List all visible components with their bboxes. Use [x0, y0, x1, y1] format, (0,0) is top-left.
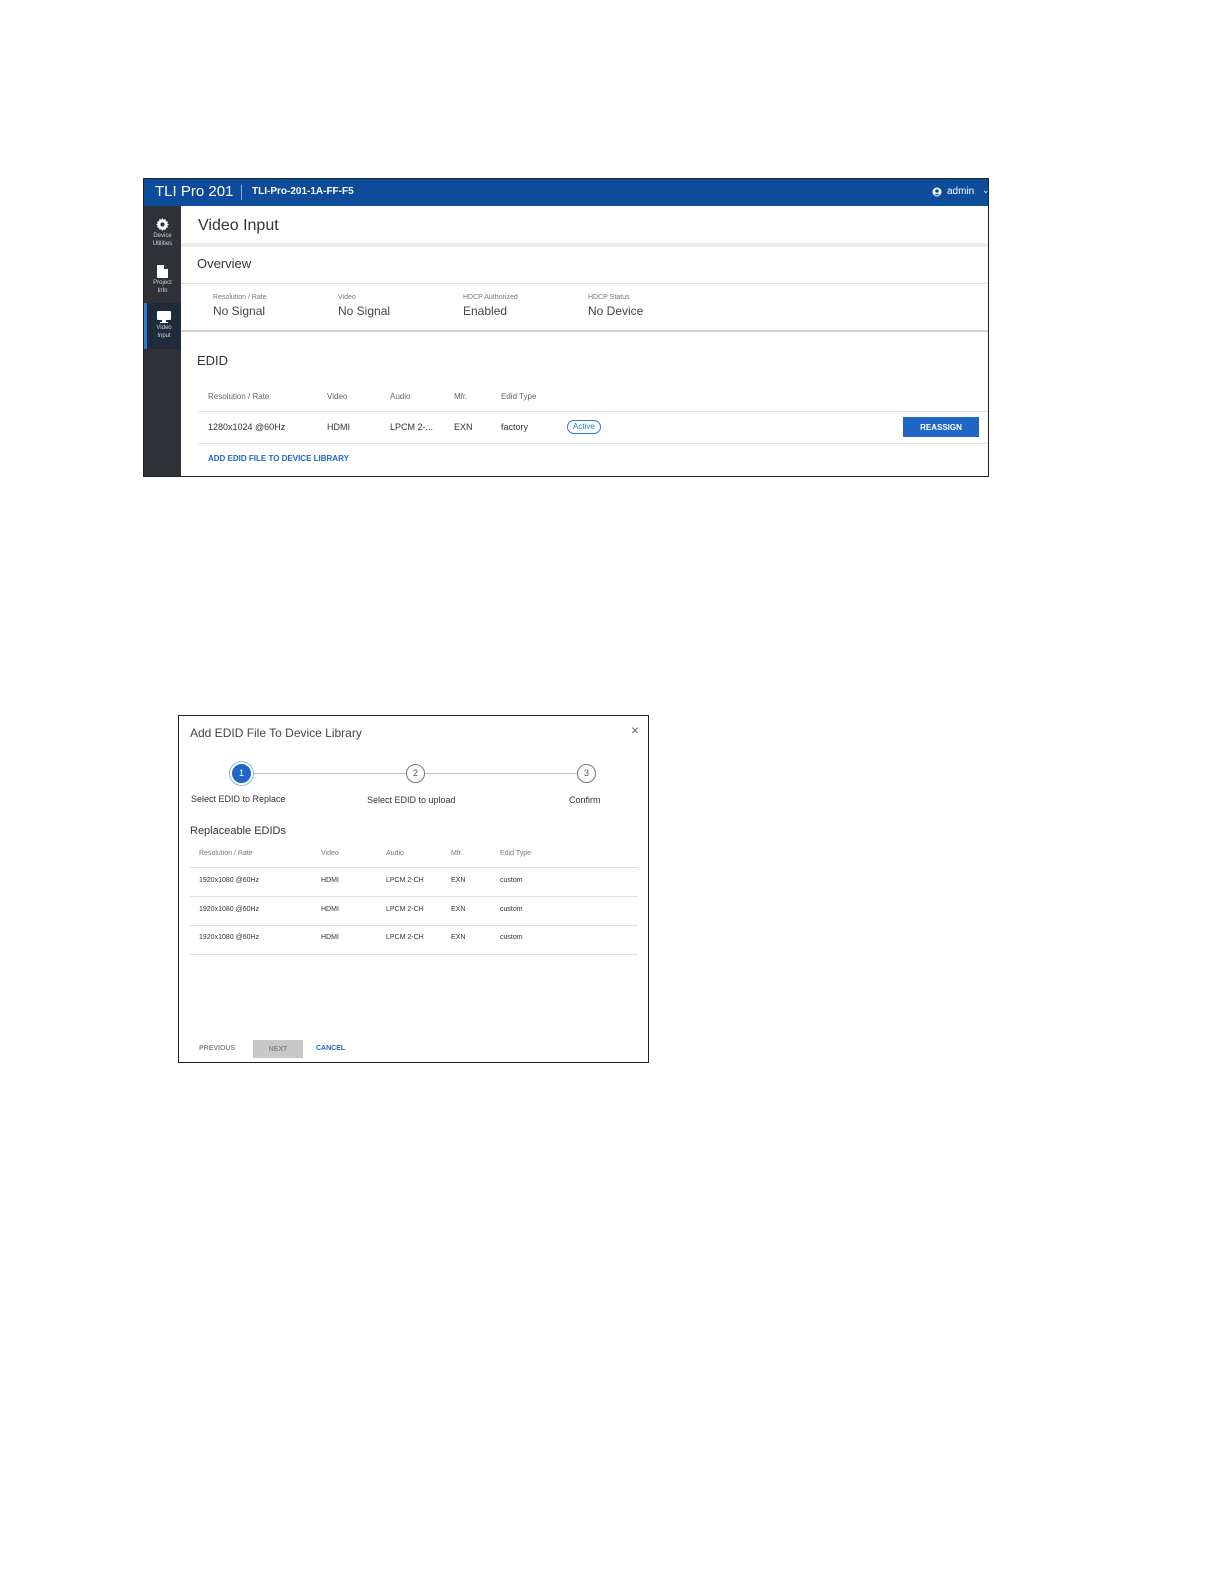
sidebar-item-device-utilities[interactable]: Device Utilities	[144, 210, 181, 256]
step-3-label: Confirm	[569, 795, 601, 805]
overview-bottom-divider	[181, 330, 988, 332]
step-2-label: Select EDID to upload	[367, 795, 456, 805]
chevron-down-icon[interactable]: ⌄	[982, 185, 988, 196]
sidebar-item-label: Input	[157, 333, 171, 339]
row-edid-type: custom	[500, 934, 523, 941]
overview-value: No Device	[588, 304, 644, 318]
row-mfr: EXN	[451, 934, 466, 941]
edid-col-video: Video	[327, 392, 348, 401]
gear-icon	[156, 218, 169, 231]
edid-col-mfr: Mfr.	[454, 392, 468, 401]
overview-label: Video	[338, 294, 356, 301]
sidebar-item-project-info[interactable]: Project Info	[144, 257, 181, 303]
dialog-col-video: Video	[321, 850, 339, 857]
row-edid-type: custom	[500, 906, 523, 913]
cancel-button[interactable]: CANCEL	[316, 1045, 345, 1052]
overview-title: Overview	[197, 256, 252, 271]
sidebar-item-label: Video	[156, 325, 172, 331]
page-title: Video Input	[198, 217, 279, 234]
sidebar-item-label: Project	[153, 280, 172, 286]
sidebar-item-label: Info	[157, 288, 168, 294]
overview-value: Enabled	[463, 304, 508, 318]
status-badge: Active	[567, 420, 601, 434]
document-icon	[157, 265, 168, 278]
edid-col-resolution: Resolution / Rate	[208, 392, 270, 401]
edid-col-audio: Audio	[390, 392, 411, 401]
reassign-button[interactable]: REASSIGN	[903, 417, 979, 437]
user-name: admin	[947, 186, 975, 197]
row-audio: LPCM 2-CH	[386, 906, 424, 913]
edid-resolution: 1280x1024 @60Hz	[208, 422, 286, 432]
row-video: HDMI	[321, 934, 339, 941]
close-icon[interactable]: ×	[631, 722, 639, 738]
step-connector	[250, 773, 407, 774]
step-1-indicator: 1	[232, 764, 251, 783]
edid-header-divider	[199, 411, 988, 412]
table-row[interactable]: 1920x1080 @60Hz HDMI LPCM 2-CH EXN custo…	[190, 925, 638, 953]
edid-audio: LPCM 2-...	[390, 422, 434, 432]
sidebar-item-video-input[interactable]: Video Input	[144, 303, 181, 349]
brand-divider	[241, 185, 242, 200]
row-resolution: 1920x1080 @60Hz	[199, 906, 260, 913]
edid-title: EDID	[197, 353, 229, 368]
step-3-indicator: 3	[577, 764, 596, 783]
dialog-col-resolution: Resolution / Rate	[199, 850, 253, 857]
overview-resolution: Resolution / Rate No Signal	[213, 294, 267, 318]
table-row[interactable]: 1920x1080 @60Hz HDMI LPCM 2-CH EXN custo…	[190, 868, 638, 896]
row-resolution: 1920x1080 @60Hz	[199, 934, 260, 941]
user-icon	[932, 187, 942, 196]
overview-hdcp-status: HDCP Status No Device	[588, 294, 643, 318]
dialog-col-mfr: Mfr.	[451, 850, 463, 857]
dialog-col-audio: Audio	[386, 850, 404, 857]
edid-row-divider	[199, 443, 988, 444]
dialog-col-edid-type: Edid Type	[500, 850, 532, 857]
sidebar-item-label: Utilities	[152, 241, 173, 247]
replaceable-edids-title: Replaceable EDIDs	[190, 825, 286, 837]
dialog-title: Add EDID File To Device Library	[190, 726, 362, 740]
overview-label: HDCP Authorized	[463, 294, 518, 301]
step-1-label: Select EDID to Replace	[191, 794, 286, 804]
overview-label: Resolution / Rate	[213, 294, 267, 301]
previous-button[interactable]: PREVIOUS	[199, 1045, 235, 1052]
app-window: TLI Pro 201 TLI-Pro-201-1A-FF-F5 admin ⌄…	[143, 178, 989, 477]
edid-mfr: EXN	[454, 422, 473, 432]
edid-type: factory	[501, 422, 529, 432]
row-audio: LPCM 2-CH	[386, 877, 424, 884]
row-video: HDMI	[321, 906, 339, 913]
main-content: Video Input Overview Resolution / Rate N…	[181, 206, 988, 476]
add-edid-dialog: Add EDID File To Device Library × 1 2 3 …	[178, 715, 649, 1063]
overview-divider	[181, 283, 988, 284]
row-edid-type: custom	[500, 877, 523, 884]
overview-video: Video No Signal	[338, 294, 390, 318]
edid-video: HDMI	[327, 422, 350, 432]
table-row[interactable]: 1920x1080 @60Hz HDMI LPCM 2-CH EXN custo…	[190, 897, 638, 925]
app-brand: TLI Pro 201	[155, 183, 234, 200]
user-menu[interactable]: admin	[932, 186, 974, 197]
overview-hdcp-authorized: HDCP Authorized Enabled	[463, 294, 518, 318]
step-connector	[424, 773, 578, 774]
overview-label: HDCP Status	[588, 294, 630, 301]
sidebar-item-label: Device	[153, 233, 172, 239]
row-divider	[190, 954, 638, 955]
title-divider	[181, 243, 988, 247]
row-mfr: EXN	[451, 877, 466, 884]
row-audio: LPCM 2-CH	[386, 934, 424, 941]
row-resolution: 1920x1080 @60Hz	[199, 877, 260, 884]
monitor-icon	[157, 311, 171, 323]
device-name: TLI-Pro-201-1A-FF-F5	[252, 186, 354, 197]
next-button[interactable]: NEXT	[253, 1040, 303, 1058]
edid-col-edid-type: Edid Type	[501, 392, 537, 401]
sidebar: Device Utilities Project Info Video Inpu…	[144, 206, 181, 476]
row-video: HDMI	[321, 877, 339, 884]
row-mfr: EXN	[451, 906, 466, 913]
top-bar: TLI Pro 201 TLI-Pro-201-1A-FF-F5 admin ⌄	[144, 179, 988, 206]
add-edid-file-link[interactable]: ADD EDID FILE TO DEVICE LIBRARY	[208, 454, 349, 463]
step-2-indicator: 2	[406, 764, 425, 783]
overview-value: No Signal	[213, 304, 266, 318]
overview-value: No Signal	[338, 304, 391, 318]
